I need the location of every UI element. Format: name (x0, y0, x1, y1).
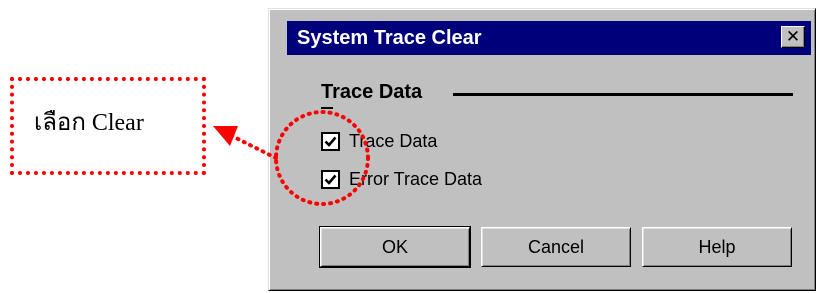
group-box-label: Trace Data (321, 81, 425, 104)
error-trace-data-checkbox-row[interactable]: Error Trace Data (321, 169, 482, 190)
help-button[interactable]: Help (642, 227, 792, 267)
ok-button[interactable]: OK (319, 226, 471, 268)
cancel-button[interactable]: Cancel (481, 227, 631, 267)
dialog-title: System Trace Clear (297, 26, 482, 49)
group-label-accelerator-underline (321, 107, 333, 109)
annotation-arrow-head-icon (213, 126, 238, 146)
checkmark-icon (324, 136, 337, 147)
checkmark-icon (324, 174, 337, 185)
close-icon: ✕ (785, 26, 801, 47)
trace-data-checkbox-label: Trace Data (349, 131, 438, 151)
trace-data-checkbox[interactable] (321, 132, 340, 151)
close-button[interactable]: ✕ (781, 26, 805, 48)
trace-data-checkbox-row[interactable]: Trace Data (321, 131, 437, 152)
system-trace-clear-dialog: System Trace Clear ✕ Trace Data Trace Da… (268, 8, 816, 291)
error-trace-data-checkbox[interactable] (321, 170, 340, 189)
group-box-line (453, 93, 793, 96)
error-trace-data-checkbox-label: Error Trace Data (349, 169, 483, 189)
dialog-title-bar[interactable]: System Trace Clear ✕ (287, 21, 811, 55)
annotation-callout-text: เลือก Clear (34, 110, 144, 136)
